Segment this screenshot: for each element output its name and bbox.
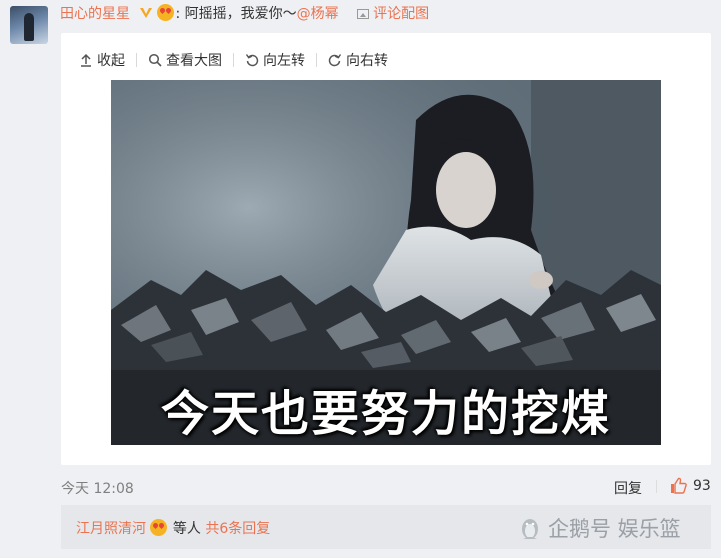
rotate-left-button[interactable]: 向左转: [245, 50, 305, 70]
view-large-label: 查看大图: [166, 53, 222, 69]
comment-image-link[interactable]: 评论配图: [373, 6, 429, 22]
avatar-figure: [24, 13, 34, 41]
rotate-left-label: 向左转: [263, 53, 305, 69]
comment-author-link[interactable]: 田心的星星: [60, 6, 130, 22]
picture-icon: [357, 9, 370, 19]
comment-line: 田心的星星 : 阿摇摇，我爱你～@杨幂 评论配图: [60, 4, 429, 24]
reply-button[interactable]: 回复: [614, 478, 642, 498]
member-crown-icon: [157, 4, 175, 21]
member-crown-icon: [150, 519, 168, 536]
rotate-left-icon: [245, 54, 259, 67]
watermark: 企鹅号 娱乐篮: [519, 513, 681, 543]
mention-link[interactable]: @杨幂: [297, 6, 339, 22]
commenter-avatar[interactable]: [10, 6, 48, 44]
toolbar-divider: [316, 53, 317, 67]
reply-user-link[interactable]: 江月照清河: [76, 521, 146, 537]
reply-and-others: 等人: [172, 521, 201, 537]
expanded-image-panel: 收起 查看大图 向左转 向右转 今天也要努力的挖煤: [61, 33, 711, 465]
thumbs-up-icon: [671, 477, 687, 494]
image-toolbar: 收起 查看大图 向左转 向右转: [79, 50, 388, 70]
like-button[interactable]: 93: [670, 477, 711, 494]
collapse-up-icon: [81, 53, 91, 67]
collapse-button[interactable]: 收起: [79, 50, 125, 70]
toolbar-divider: [136, 53, 137, 67]
rotate-right-button[interactable]: 向右转: [328, 50, 388, 70]
rotate-right-icon: [328, 54, 342, 67]
view-large-button[interactable]: 查看大图: [148, 50, 222, 70]
watermark-text: 企鹅号 娱乐篮: [548, 517, 681, 541]
comment-text: 阿摇摇，我爱你～: [184, 6, 297, 22]
comment-timestamp: 今天 12:08: [61, 481, 134, 497]
like-count: 93: [693, 477, 711, 494]
penguin-logo-icon: [522, 519, 538, 539]
meme-photo[interactable]: 今天也要努力的挖煤: [111, 80, 661, 445]
verified-v-icon: [140, 8, 153, 18]
reply-summary: 江月照清河 等人 共6条回复: [76, 518, 270, 538]
meme-caption: 今天也要努力的挖煤: [160, 386, 611, 442]
comment-separator: :: [175, 6, 181, 22]
collapse-label: 收起: [97, 53, 125, 69]
rotate-right-label: 向右转: [346, 53, 388, 69]
comment-meta-row: 今天 12:08 回复 93: [61, 476, 711, 498]
magnifier-icon: [148, 53, 162, 67]
meta-divider: [656, 480, 657, 493]
toolbar-divider: [233, 53, 234, 67]
view-all-replies-link[interactable]: 共6条回复: [205, 521, 270, 537]
